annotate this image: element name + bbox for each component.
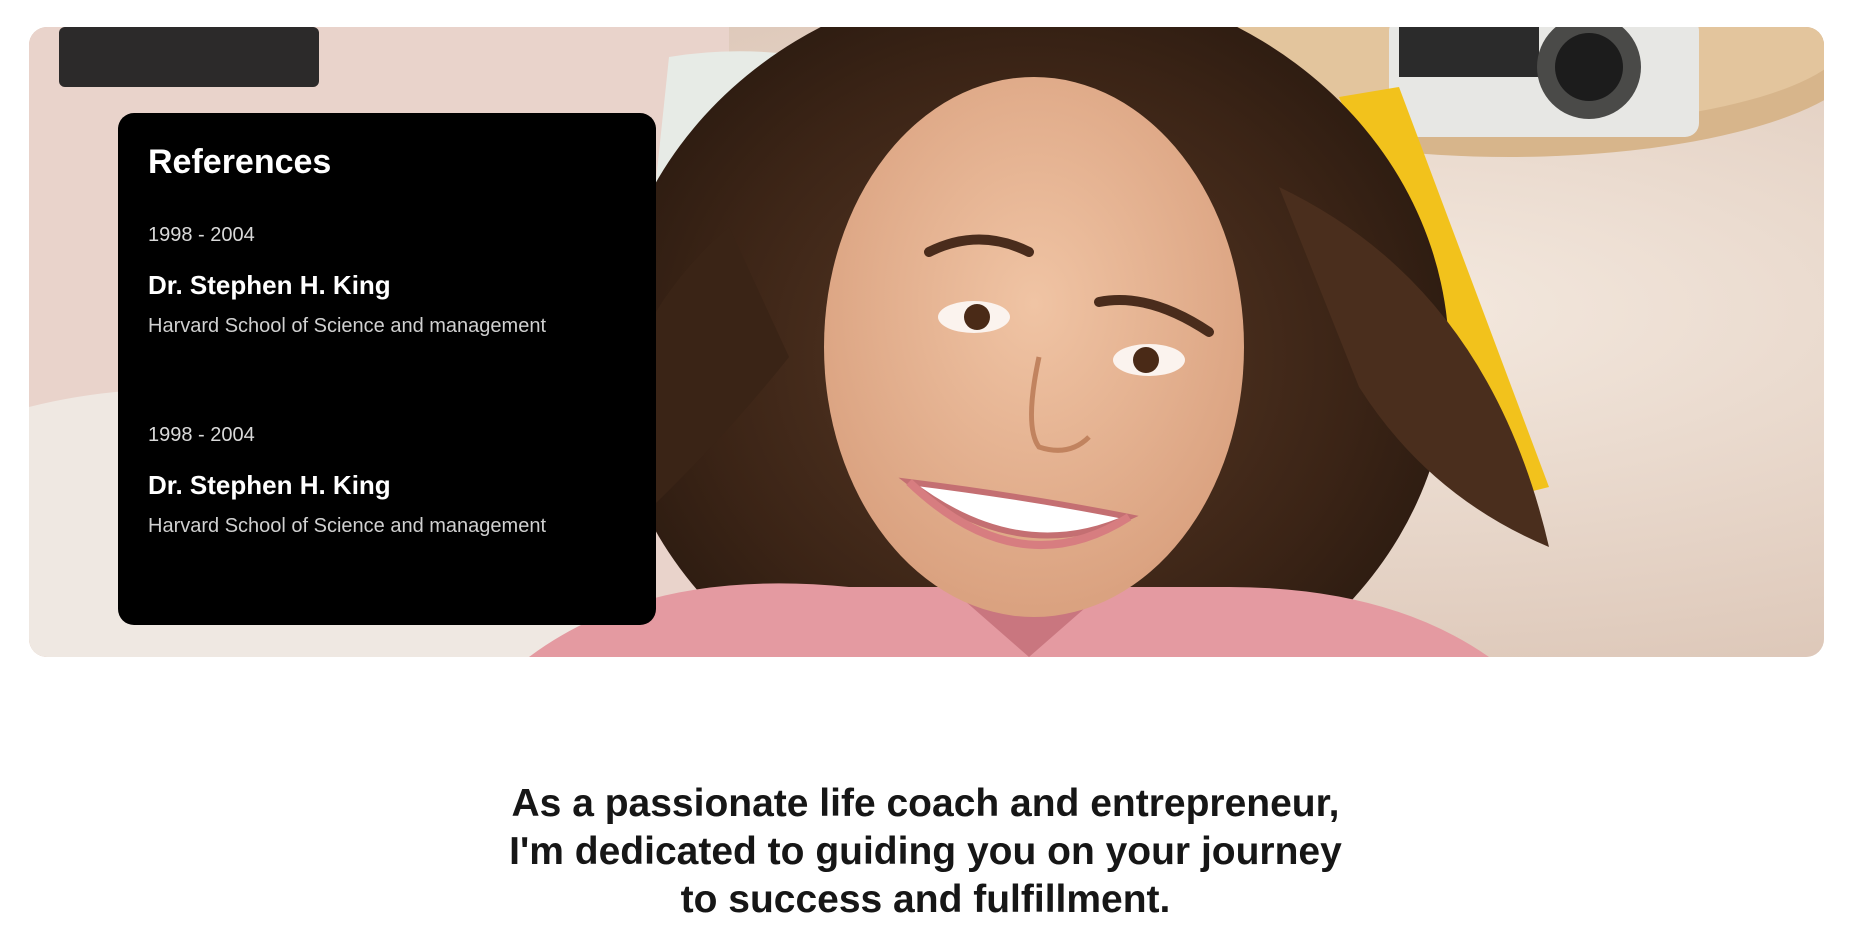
reference-name: Dr. Stephen H. King: [148, 270, 391, 300]
reference-item: 1998 - 2004 Dr. Stephen H. King Harvard …: [148, 425, 626, 625]
tagline-line: to success and fulfillment.: [680, 878, 1171, 921]
references-card: References 1998 - 2004 Dr. Stephen H. Ki…: [118, 113, 656, 625]
reference-name: Dr. Stephen H. King: [148, 470, 391, 500]
hero-banner: References 1998 - 2004 Dr. Stephen H. Ki…: [29, 27, 1824, 657]
reference-item: 1998 - 2004 Dr. Stephen H. King Harvard …: [148, 225, 626, 425]
reference-years: 1998 - 2004: [148, 424, 255, 446]
tagline-line: As a passionate life coach and entrepren…: [511, 782, 1340, 825]
reference-school: Harvard School of Science and management: [148, 515, 547, 537]
tagline-heading: As a passionate life coach and entrepren…: [0, 780, 1851, 924]
reference-years: 1998 - 2004: [148, 224, 255, 246]
references-title: References: [148, 143, 332, 181]
reference-school: Harvard School of Science and management: [148, 315, 547, 337]
tagline-line: I'm dedicated to guiding you on your jou…: [509, 830, 1342, 873]
